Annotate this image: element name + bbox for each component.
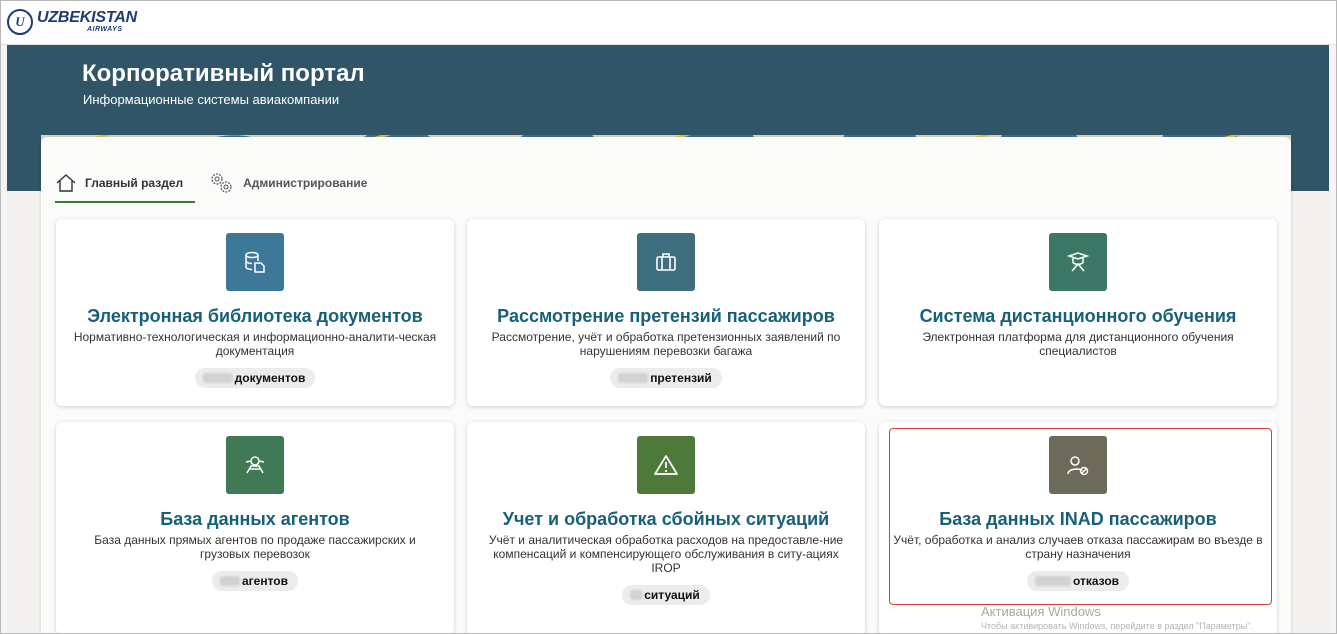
card-agents-database[interactable]: База данных агентов База данных прямых а… bbox=[56, 422, 454, 633]
tab-admin-label: Администрирование bbox=[243, 176, 368, 190]
windows-activation-subtitle: Чтобы активировать Windows, перейдите в … bbox=[981, 621, 1253, 631]
card-distance-learning[interactable]: Система дистанционного обучения Электрон… bbox=[879, 219, 1277, 406]
card-description: Учёт, обработка и анализ случаев отказа … bbox=[893, 533, 1263, 561]
card-inad-passengers[interactable]: База данных INAD пассажиров Учёт, обрабо… bbox=[879, 422, 1277, 633]
redacted-count bbox=[630, 590, 643, 600]
windows-activation-title: Активация Windows bbox=[981, 604, 1101, 619]
user-blocked-icon bbox=[1049, 436, 1107, 494]
card-title[interactable]: База данных INAD пассажиров bbox=[879, 508, 1277, 530]
gears-icon bbox=[209, 171, 235, 195]
card-irregular-situations[interactable]: Учет и обработка сбойных ситуаций Учёт и… bbox=[467, 422, 865, 633]
top-bar: U UZBEKISTAN AIRWAYS bbox=[1, 1, 1336, 45]
count-badge: отказов bbox=[1026, 571, 1130, 591]
redacted-count bbox=[219, 576, 240, 586]
page-subtitle: Информационные системы авиакомпании bbox=[83, 92, 340, 107]
suitcase-icon bbox=[637, 233, 695, 291]
card-description: Нормативно-технологическая и информацион… bbox=[73, 330, 437, 358]
card-title[interactable]: Система дистанционного обучения bbox=[879, 305, 1277, 327]
app-window: U UZBEKISTAN AIRWAYS Корпоративный порта… bbox=[0, 0, 1337, 634]
count-badge: документов bbox=[194, 368, 316, 388]
card-description: База данных прямых агентов по продаже па… bbox=[94, 533, 416, 561]
company-logo[interactable]: U UZBEKISTAN AIRWAYS bbox=[7, 9, 137, 35]
agent-icon bbox=[226, 436, 284, 494]
card-title[interactable]: Учет и обработка сбойных ситуаций bbox=[467, 508, 865, 530]
redacted-count bbox=[202, 373, 233, 383]
count-badge: претензий bbox=[610, 368, 722, 388]
home-icon bbox=[55, 173, 77, 193]
card-description: Рассмотрение, учёт и обработка претензио… bbox=[491, 330, 841, 358]
card-title[interactable]: База данных агентов bbox=[56, 508, 454, 530]
database-document-icon bbox=[226, 233, 284, 291]
logo-mark-icon: U bbox=[7, 9, 33, 35]
tab-bar: Главный раздел Администрирование bbox=[55, 161, 381, 203]
tab-main[interactable]: Главный раздел bbox=[55, 173, 196, 203]
card-description: Электронная платформа для дистанционного… bbox=[922, 330, 1234, 358]
card-description: Учёт и аналитическая обработка расходов … bbox=[488, 533, 844, 575]
card-title[interactable]: Рассмотрение претензий пассажиров bbox=[467, 305, 865, 327]
logo-sub: AIRWAYS bbox=[87, 26, 123, 33]
card-passenger-claims[interactable]: Рассмотрение претензий пассажиров Рассмо… bbox=[467, 219, 865, 406]
redacted-count bbox=[618, 373, 649, 383]
card-title[interactable]: Электронная библиотека документов bbox=[56, 305, 454, 327]
count-badge: ситуаций bbox=[622, 585, 710, 605]
card-document-library[interactable]: Электронная библиотека документов Нормат… bbox=[56, 219, 454, 406]
tab-admin[interactable]: Администрирование bbox=[209, 171, 367, 203]
tab-main-label: Главный раздел bbox=[85, 176, 184, 190]
redacted-count bbox=[1034, 576, 1071, 586]
logo-name: UZBEKISTAN bbox=[37, 9, 137, 26]
count-badge: агентов bbox=[211, 571, 299, 591]
graduate-icon bbox=[1049, 233, 1107, 291]
warning-icon bbox=[637, 436, 695, 494]
page-title: Корпоративный портал bbox=[82, 60, 365, 87]
